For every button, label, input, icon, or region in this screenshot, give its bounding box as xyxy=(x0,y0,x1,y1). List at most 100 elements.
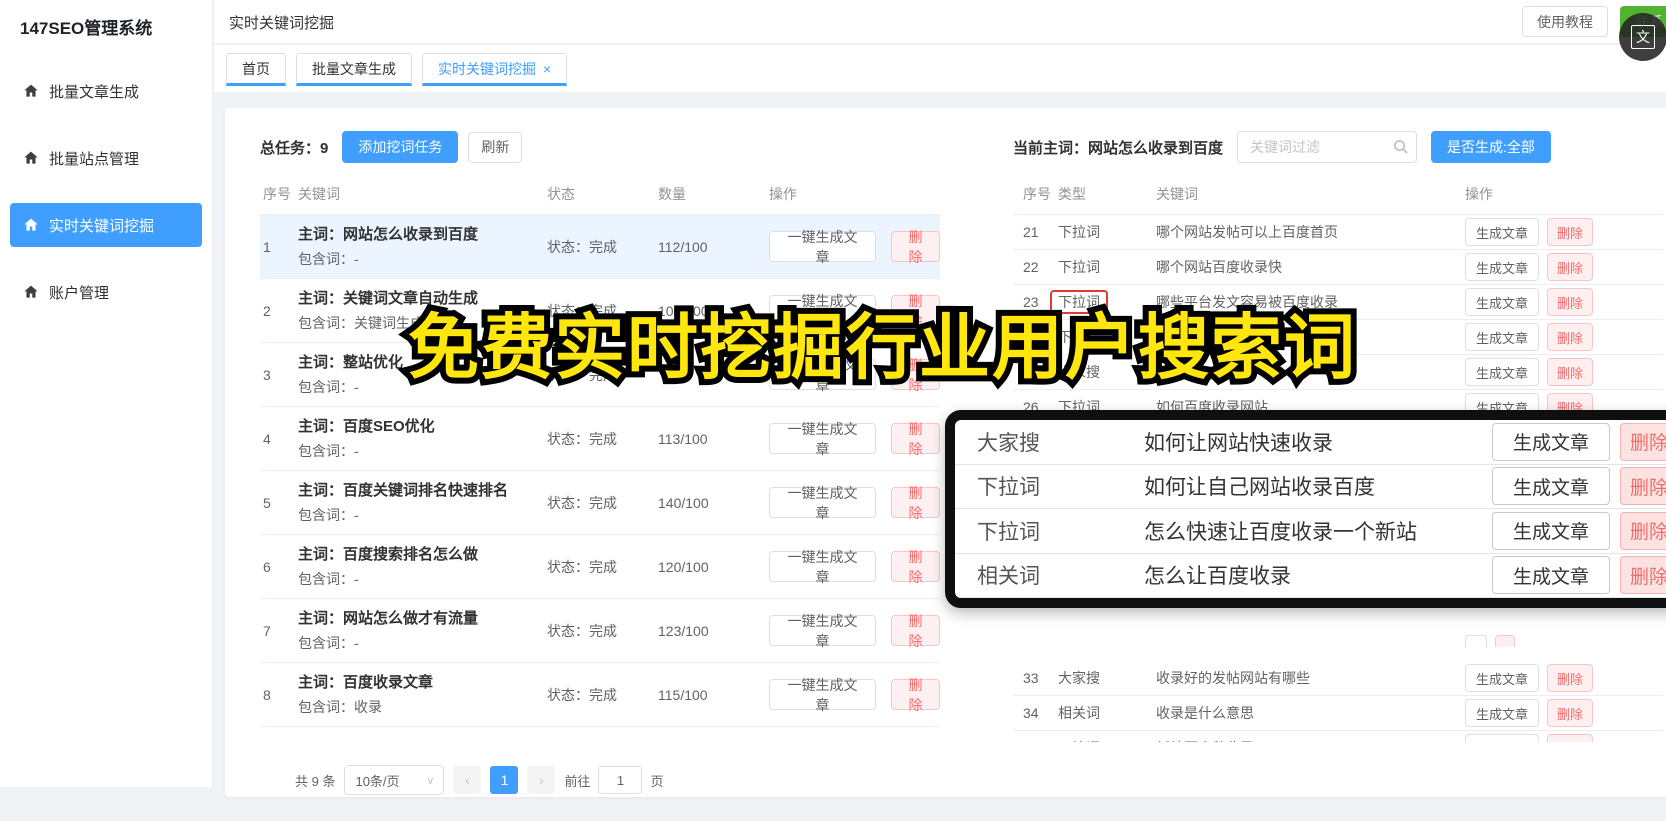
generate-article-button[interactable]: 一键生成文章 xyxy=(769,613,876,649)
delete-keyword-button[interactable]: 删除 xyxy=(1547,358,1594,386)
task-keyword-cell: 主词：百度SEO优化 包含词：- xyxy=(298,407,547,470)
generate-article-button[interactable]: 一键生成文章 xyxy=(769,421,876,457)
delete-keyword-button[interactable]: 删除 xyxy=(1620,511,1666,550)
task-include-word: 包含词：- xyxy=(298,635,359,651)
add-task-button[interactable]: 添加挖词任务 xyxy=(342,131,459,163)
generate-article-button[interactable]: 生成文章 xyxy=(1465,664,1540,692)
sidebar-item[interactable]: 实时关键词挖掘∨ xyxy=(10,203,202,247)
task-status: 状态：完成 xyxy=(547,430,617,447)
delete-task-button[interactable]: 删除 xyxy=(891,485,940,521)
delete-task-button[interactable]: 删除 xyxy=(891,421,940,457)
task-no: 8 xyxy=(263,686,271,703)
tutorial-button[interactable]: 使用教程 xyxy=(1522,6,1608,37)
generate-all-button[interactable]: 是否生成:全部 xyxy=(1431,131,1551,163)
generate-article-button[interactable]: 生成文章 xyxy=(1492,422,1610,461)
task-no: 1 xyxy=(263,238,271,255)
delete-keyword-button[interactable]: 删除 xyxy=(1620,422,1666,461)
delete-keyword-button[interactable]: 删除 xyxy=(1547,253,1594,281)
generate-article-button[interactable]: 生成文章 xyxy=(1492,511,1610,550)
tab[interactable]: 实时关键词挖掘 × xyxy=(422,53,568,86)
generate-article-button[interactable]: 生成文章 xyxy=(1465,253,1540,281)
zoom-kw-text: 如何让自己网站收录百度 xyxy=(1144,476,1375,500)
generate-article-button[interactable]: 一键生成文章 xyxy=(769,229,876,265)
generate-article-button[interactable]: 生成文章 xyxy=(1465,699,1540,727)
refresh-button[interactable]: 刷新 xyxy=(468,131,523,163)
delete-keyword-button[interactable] xyxy=(1495,635,1515,647)
col-ops: 操作 xyxy=(1465,186,1493,202)
task-row[interactable]: 7 主词：网站怎么做才有流量 包含词：- 状态：完成 123/100 一键生成文… xyxy=(260,599,940,663)
prev-page-button[interactable]: ‹ xyxy=(453,766,482,794)
tasks-toolbar: 总任务：9 添加挖词任务 刷新 xyxy=(260,130,940,164)
tab[interactable]: 首页 xyxy=(226,53,286,86)
task-main-word: 主词：网站怎么收录到百度 xyxy=(298,226,479,243)
task-no: 3 xyxy=(263,366,271,383)
generate-article-button[interactable]: 一键生成文章 xyxy=(769,549,876,585)
delete-keyword-button[interactable]: 删除 xyxy=(1547,323,1594,351)
next-page-button[interactable]: › xyxy=(527,766,556,794)
task-include-word: 包含词：- xyxy=(298,443,359,459)
delete-keyword-button[interactable]: 删除 xyxy=(1547,218,1594,246)
kw-ops: 生成文章 删除 xyxy=(1465,734,1663,742)
kw-no: 22 xyxy=(1023,259,1039,275)
task-row[interactable]: 5 主词：百度关键词排名快速排名 包含词：- 状态：完成 140/100 一键生… xyxy=(260,471,940,535)
total-tasks-label: 总任务：9 xyxy=(260,139,329,157)
delete-keyword-button[interactable]: 删除 xyxy=(1620,556,1666,595)
page-number-button[interactable]: 1 xyxy=(490,766,519,794)
kw-type: 大家搜 xyxy=(1058,668,1156,688)
tab-close-icon[interactable]: × xyxy=(543,61,551,77)
tasks-section: 总任务：9 添加挖词任务 刷新 序号 关键词 状态 数量 操作 1 主词：网站怎… xyxy=(260,130,940,795)
kw-ops: 生成文章 删除 xyxy=(1465,664,1663,692)
delete-task-button[interactable]: 删除 xyxy=(891,229,940,265)
zoom-kw-text: 怎么让百度收录 xyxy=(1144,565,1291,589)
delete-keyword-button[interactable]: 删除 xyxy=(1620,467,1666,506)
task-row[interactable]: 8 主词：百度收录文章 包含词：收录 状态：完成 115/100 一键生成文章 … xyxy=(260,663,940,727)
sidebar-item[interactable]: 账户管理∨ xyxy=(10,270,202,314)
sidebar-item[interactable]: 批量文章生成∨ xyxy=(10,69,202,113)
kw-ops: 生成文章 删除 xyxy=(1465,218,1663,246)
delete-keyword-button[interactable]: 删除 xyxy=(1547,699,1594,727)
kw-type-text: 相关词 xyxy=(1058,705,1100,721)
task-keyword-cell: 主词：网站怎么收录到百度 包含词：- xyxy=(298,215,547,278)
delete-keyword-button[interactable]: 删除 xyxy=(1547,288,1594,316)
keyword-row: 21 下拉词 哪个网站发帖可以上百度首页 生成文章 删除 xyxy=(1013,215,1663,250)
delete-task-button[interactable]: 删除 xyxy=(891,677,940,713)
float-translate-badge[interactable]: 文 xyxy=(1619,13,1666,61)
goto-page-input[interactable] xyxy=(598,766,643,794)
generate-article-button[interactable]: 生成文章 xyxy=(1465,323,1540,351)
task-row[interactable]: 6 主词：百度搜索排名怎么做 包含词：- 状态：完成 120/100 一键生成文… xyxy=(260,535,940,599)
generate-article-button[interactable]: 生成文章 xyxy=(1465,734,1540,742)
keywords-toolbar: 当前主词：网站怎么收录到百度 是否生成:全部 xyxy=(1013,130,1663,164)
tab[interactable]: 批量文章生成 xyxy=(296,53,412,86)
promo-banner-text: 免费实时挖掘行业用户搜索词 xyxy=(408,291,1357,393)
sidebar-item-label: 实时关键词挖掘 xyxy=(49,217,155,235)
task-row[interactable]: 4 主词：百度SEO优化 包含词：- 状态：完成 113/100 一键生成文章 … xyxy=(260,407,940,471)
task-no: 7 xyxy=(263,622,271,639)
delete-keyword-button[interactable]: 删除 xyxy=(1547,664,1594,692)
generate-article-button[interactable]: 生成文章 xyxy=(1492,467,1610,506)
kw-type: 相关词 xyxy=(1058,703,1156,723)
col-type: 类型 xyxy=(1058,186,1086,202)
delete-task-button[interactable]: 删除 xyxy=(891,549,940,585)
generate-article-button[interactable]: 一键生成文章 xyxy=(769,485,876,521)
delete-task-button[interactable]: 删除 xyxy=(891,613,940,649)
task-keyword-cell: 主词：百度关键词排名快速排名 包含词：- xyxy=(298,471,547,534)
generate-article-button[interactable]: 生成文章 xyxy=(1465,358,1540,386)
app-logo: 147SEO管理系统 xyxy=(20,19,153,38)
sidebar-item[interactable]: 批量站点管理∨ xyxy=(10,136,202,180)
generate-article-button[interactable]: 生成文章 xyxy=(1465,218,1540,246)
task-row[interactable]: 1 主词：网站怎么收录到百度 包含词：- 状态：完成 112/100 一键生成文… xyxy=(260,215,940,279)
generate-article-button[interactable] xyxy=(1465,635,1487,647)
col-no: 序号 xyxy=(1023,186,1051,202)
tab-label: 首页 xyxy=(242,60,270,77)
keyword-filter-input[interactable] xyxy=(1237,131,1418,163)
task-status: 状态：完成 xyxy=(547,238,617,255)
kw-ops: 生成文章 删除 xyxy=(1465,253,1663,281)
home-icon xyxy=(23,83,39,99)
delete-keyword-button[interactable]: 删除 xyxy=(1547,734,1594,742)
generate-article-button[interactable]: 生成文章 xyxy=(1465,288,1540,316)
generate-article-button[interactable]: 生成文章 xyxy=(1492,556,1610,595)
tasks-page-size-select[interactable]: 10条/页 ∨ xyxy=(344,765,445,795)
task-status: 状态：完成 xyxy=(547,686,617,703)
generate-article-button[interactable]: 一键生成文章 xyxy=(769,677,876,713)
task-status: 状态：完成 xyxy=(547,558,617,575)
